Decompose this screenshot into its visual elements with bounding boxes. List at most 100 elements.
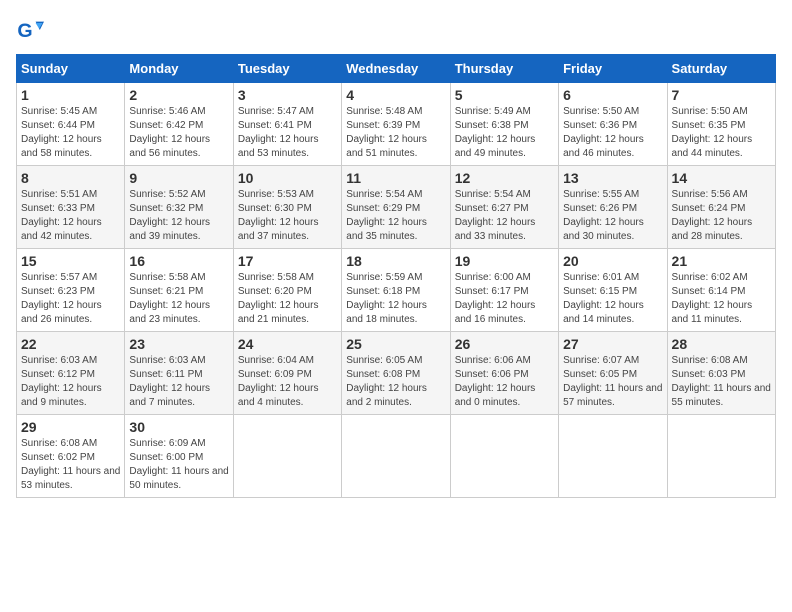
calendar-cell: 18 Sunrise: 5:59 AM Sunset: 6:18 PM Dayl… xyxy=(342,249,450,332)
calendar-cell: 9 Sunrise: 5:52 AM Sunset: 6:32 PM Dayli… xyxy=(125,166,233,249)
calendar-cell: 15 Sunrise: 5:57 AM Sunset: 6:23 PM Dayl… xyxy=(17,249,125,332)
day-info: Sunrise: 5:51 AM Sunset: 6:33 PM Dayligh… xyxy=(21,188,120,244)
calendar-cell: 5 Sunrise: 5:49 AM Sunset: 6:38 PM Dayli… xyxy=(450,83,558,166)
calendar-cell xyxy=(559,415,667,498)
calendar-body: 1 Sunrise: 5:45 AM Sunset: 6:44 PM Dayli… xyxy=(17,83,776,498)
day-info: Sunrise: 6:05 AM Sunset: 6:08 PM Dayligh… xyxy=(346,354,445,410)
day-number: 15 xyxy=(21,253,120,269)
calendar-cell: 19 Sunrise: 6:00 AM Sunset: 6:17 PM Dayl… xyxy=(450,249,558,332)
day-info: Sunrise: 5:57 AM Sunset: 6:23 PM Dayligh… xyxy=(21,271,120,327)
calendar-cell: 22 Sunrise: 6:03 AM Sunset: 6:12 PM Dayl… xyxy=(17,332,125,415)
day-number: 24 xyxy=(238,336,337,352)
day-info: Sunrise: 6:01 AM Sunset: 6:15 PM Dayligh… xyxy=(563,271,662,327)
day-info: Sunrise: 6:02 AM Sunset: 6:14 PM Dayligh… xyxy=(672,271,771,327)
day-number: 29 xyxy=(21,419,120,435)
day-number: 2 xyxy=(129,87,228,103)
calendar-week-row: 8 Sunrise: 5:51 AM Sunset: 6:33 PM Dayli… xyxy=(17,166,776,249)
calendar-header: Sunday Monday Tuesday Wednesday Thursday… xyxy=(17,55,776,83)
day-info: Sunrise: 5:55 AM Sunset: 6:26 PM Dayligh… xyxy=(563,188,662,244)
day-info: Sunrise: 6:04 AM Sunset: 6:09 PM Dayligh… xyxy=(238,354,337,410)
calendar-cell: 8 Sunrise: 5:51 AM Sunset: 6:33 PM Dayli… xyxy=(17,166,125,249)
calendar-cell xyxy=(342,415,450,498)
day-number: 21 xyxy=(672,253,771,269)
col-thursday: Thursday xyxy=(450,55,558,83)
day-info: Sunrise: 5:50 AM Sunset: 6:35 PM Dayligh… xyxy=(672,105,771,161)
col-monday: Monday xyxy=(125,55,233,83)
day-info: Sunrise: 5:54 AM Sunset: 6:29 PM Dayligh… xyxy=(346,188,445,244)
day-info: Sunrise: 5:50 AM Sunset: 6:36 PM Dayligh… xyxy=(563,105,662,161)
day-number: 12 xyxy=(455,170,554,186)
col-sunday: Sunday xyxy=(17,55,125,83)
calendar-table: Sunday Monday Tuesday Wednesday Thursday… xyxy=(16,54,776,498)
day-info: Sunrise: 6:08 AM Sunset: 6:02 PM Dayligh… xyxy=(21,437,120,493)
calendar-cell: 2 Sunrise: 5:46 AM Sunset: 6:42 PM Dayli… xyxy=(125,83,233,166)
calendar-cell: 3 Sunrise: 5:47 AM Sunset: 6:41 PM Dayli… xyxy=(233,83,341,166)
day-info: Sunrise: 6:03 AM Sunset: 6:12 PM Dayligh… xyxy=(21,354,120,410)
day-info: Sunrise: 6:07 AM Sunset: 6:05 PM Dayligh… xyxy=(563,354,662,410)
day-number: 19 xyxy=(455,253,554,269)
day-number: 7 xyxy=(672,87,771,103)
day-info: Sunrise: 5:58 AM Sunset: 6:21 PM Dayligh… xyxy=(129,271,228,327)
calendar-cell: 28 Sunrise: 6:08 AM Sunset: 6:03 PM Dayl… xyxy=(667,332,775,415)
page-header: G xyxy=(16,16,776,44)
day-number: 25 xyxy=(346,336,445,352)
day-number: 17 xyxy=(238,253,337,269)
calendar-cell: 7 Sunrise: 5:50 AM Sunset: 6:35 PM Dayli… xyxy=(667,83,775,166)
calendar-cell: 14 Sunrise: 5:56 AM Sunset: 6:24 PM Dayl… xyxy=(667,166,775,249)
svg-text:G: G xyxy=(17,20,32,42)
day-info: Sunrise: 5:56 AM Sunset: 6:24 PM Dayligh… xyxy=(672,188,771,244)
day-info: Sunrise: 5:45 AM Sunset: 6:44 PM Dayligh… xyxy=(21,105,120,161)
calendar-cell: 4 Sunrise: 5:48 AM Sunset: 6:39 PM Dayli… xyxy=(342,83,450,166)
calendar-cell: 30 Sunrise: 6:09 AM Sunset: 6:00 PM Dayl… xyxy=(125,415,233,498)
day-info: Sunrise: 5:49 AM Sunset: 6:38 PM Dayligh… xyxy=(455,105,554,161)
day-info: Sunrise: 5:52 AM Sunset: 6:32 PM Dayligh… xyxy=(129,188,228,244)
day-info: Sunrise: 6:09 AM Sunset: 6:00 PM Dayligh… xyxy=(129,437,228,493)
day-number: 4 xyxy=(346,87,445,103)
calendar-week-row: 1 Sunrise: 5:45 AM Sunset: 6:44 PM Dayli… xyxy=(17,83,776,166)
day-info: Sunrise: 6:08 AM Sunset: 6:03 PM Dayligh… xyxy=(672,354,771,410)
day-number: 14 xyxy=(672,170,771,186)
day-info: Sunrise: 5:59 AM Sunset: 6:18 PM Dayligh… xyxy=(346,271,445,327)
day-number: 27 xyxy=(563,336,662,352)
calendar-cell: 11 Sunrise: 5:54 AM Sunset: 6:29 PM Dayl… xyxy=(342,166,450,249)
day-info: Sunrise: 5:58 AM Sunset: 6:20 PM Dayligh… xyxy=(238,271,337,327)
day-number: 11 xyxy=(346,170,445,186)
calendar-cell: 20 Sunrise: 6:01 AM Sunset: 6:15 PM Dayl… xyxy=(559,249,667,332)
calendar-cell xyxy=(233,415,341,498)
day-info: Sunrise: 6:00 AM Sunset: 6:17 PM Dayligh… xyxy=(455,271,554,327)
calendar-cell: 17 Sunrise: 5:58 AM Sunset: 6:20 PM Dayl… xyxy=(233,249,341,332)
calendar-cell: 27 Sunrise: 6:07 AM Sunset: 6:05 PM Dayl… xyxy=(559,332,667,415)
calendar-cell: 13 Sunrise: 5:55 AM Sunset: 6:26 PM Dayl… xyxy=(559,166,667,249)
day-number: 16 xyxy=(129,253,228,269)
calendar-cell: 26 Sunrise: 6:06 AM Sunset: 6:06 PM Dayl… xyxy=(450,332,558,415)
day-info: Sunrise: 5:47 AM Sunset: 6:41 PM Dayligh… xyxy=(238,105,337,161)
calendar-cell xyxy=(450,415,558,498)
calendar-week-row: 22 Sunrise: 6:03 AM Sunset: 6:12 PM Dayl… xyxy=(17,332,776,415)
col-tuesday: Tuesday xyxy=(233,55,341,83)
calendar-cell: 12 Sunrise: 5:54 AM Sunset: 6:27 PM Dayl… xyxy=(450,166,558,249)
calendar-cell: 6 Sunrise: 5:50 AM Sunset: 6:36 PM Dayli… xyxy=(559,83,667,166)
day-number: 6 xyxy=(563,87,662,103)
calendar-week-row: 29 Sunrise: 6:08 AM Sunset: 6:02 PM Dayl… xyxy=(17,415,776,498)
col-saturday: Saturday xyxy=(667,55,775,83)
calendar-cell: 23 Sunrise: 6:03 AM Sunset: 6:11 PM Dayl… xyxy=(125,332,233,415)
day-number: 22 xyxy=(21,336,120,352)
day-info: Sunrise: 5:54 AM Sunset: 6:27 PM Dayligh… xyxy=(455,188,554,244)
calendar-cell: 21 Sunrise: 6:02 AM Sunset: 6:14 PM Dayl… xyxy=(667,249,775,332)
day-number: 18 xyxy=(346,253,445,269)
logo: G xyxy=(16,16,48,44)
day-info: Sunrise: 5:46 AM Sunset: 6:42 PM Dayligh… xyxy=(129,105,228,161)
calendar-cell: 1 Sunrise: 5:45 AM Sunset: 6:44 PM Dayli… xyxy=(17,83,125,166)
day-info: Sunrise: 5:48 AM Sunset: 6:39 PM Dayligh… xyxy=(346,105,445,161)
day-info: Sunrise: 6:03 AM Sunset: 6:11 PM Dayligh… xyxy=(129,354,228,410)
header-row: Sunday Monday Tuesday Wednesday Thursday… xyxy=(17,55,776,83)
day-info: Sunrise: 5:53 AM Sunset: 6:30 PM Dayligh… xyxy=(238,188,337,244)
logo-icon: G xyxy=(16,16,44,44)
day-number: 8 xyxy=(21,170,120,186)
calendar-cell: 10 Sunrise: 5:53 AM Sunset: 6:30 PM Dayl… xyxy=(233,166,341,249)
day-number: 13 xyxy=(563,170,662,186)
day-number: 30 xyxy=(129,419,228,435)
day-number: 23 xyxy=(129,336,228,352)
day-number: 26 xyxy=(455,336,554,352)
calendar-cell: 16 Sunrise: 5:58 AM Sunset: 6:21 PM Dayl… xyxy=(125,249,233,332)
